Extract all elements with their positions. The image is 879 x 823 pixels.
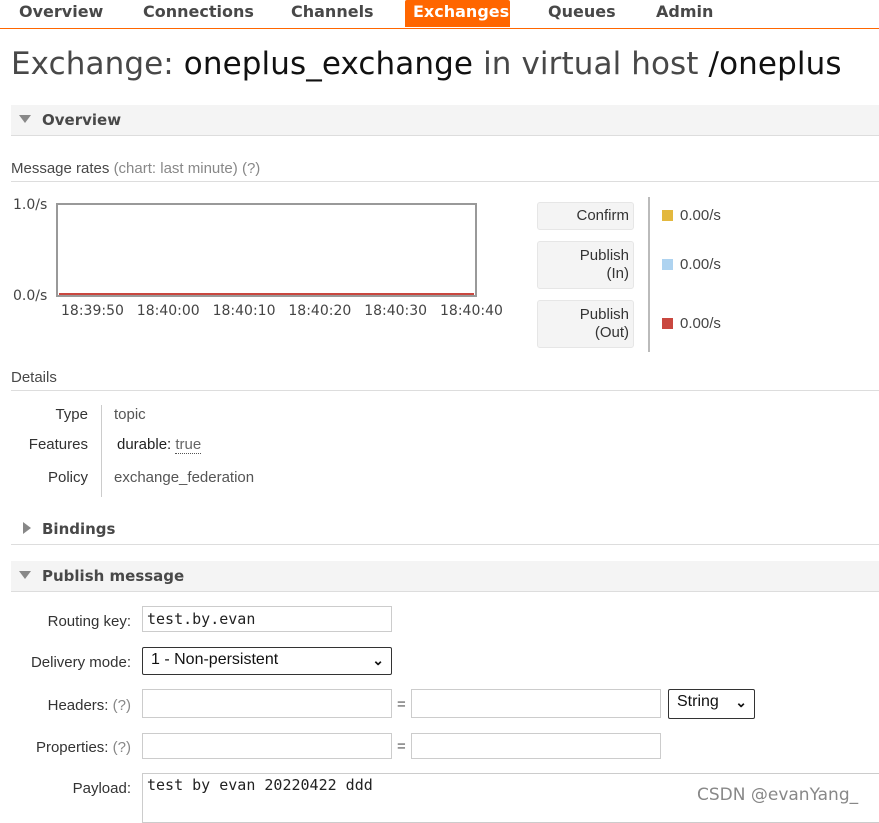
confirm-swatch <box>662 210 673 221</box>
headers-label: Headers: <box>47 697 109 714</box>
legend-confirm[interactable]: Confirm <box>537 202 634 230</box>
chart-svg: 1.0/s 0.0/s 18:39:50 18:40:00 18:40:10 18:40… <box>13 197 503 319</box>
triangle-down-icon <box>19 571 31 579</box>
details-divider <box>101 405 102 497</box>
legend-publish-in-line2: (In) <box>606 265 630 282</box>
policy-value[interactable]: exchange_federation <box>114 469 254 486</box>
title-prefix: Exchange: <box>11 46 174 82</box>
legend-publish-in-line1: Publish <box>579 247 629 264</box>
features-key: durable: <box>117 436 172 453</box>
title-middle: in virtual host <box>483 46 699 82</box>
publish-out-swatch <box>662 318 673 329</box>
y-tick-label: 1.0/s <box>13 197 47 213</box>
overview-section-label: Overview <box>42 111 122 129</box>
legend-publish-out-line2: (Out) <box>594 324 629 341</box>
properties-label-row: Properties: (?) <box>11 739 131 756</box>
details-heading-label: Details <box>11 369 57 386</box>
legend-publish-out-value-row: 0.00/s <box>662 315 721 332</box>
details-heading: Details <box>11 369 879 391</box>
page-title: Exchange: oneplus_exchange in virtual ho… <box>11 46 842 82</box>
triangle-down-icon <box>19 115 31 123</box>
payload-label: Payload: <box>72 780 131 797</box>
message-rates-help[interactable]: (?) <box>242 160 260 177</box>
legend-publish-out-line1: Publish <box>579 306 629 323</box>
publish-section-label: Publish message <box>42 567 185 585</box>
headers-help[interactable]: (?) <box>113 697 131 714</box>
watermark: CSDN @evanYang_ <box>697 785 859 805</box>
nav-channels[interactable]: Channels <box>283 0 382 27</box>
property-key-input[interactable] <box>142 733 392 759</box>
delivery-mode-value: 1 - Non-persistent <box>151 651 279 668</box>
policy-label: Policy <box>47 469 88 486</box>
headers-equals: = <box>397 696 406 713</box>
routing-key-label: Routing key: <box>47 613 131 630</box>
triangle-right-icon <box>23 522 31 534</box>
message-rates-heading: Message rates (chart: last minute) (?) <box>11 160 879 182</box>
chevron-down-icon: ⌄ <box>735 694 747 710</box>
overview-section-toggle[interactable]: Overview <box>11 105 879 136</box>
durable-value[interactable]: true <box>175 436 202 454</box>
message-rates-label: Message rates <box>11 160 110 177</box>
message-rates-chart: 1.0/s 0.0/s 18:39:50 18:40:00 18:40:10 18:40… <box>0 190 530 330</box>
nav-admin[interactable]: Admin <box>648 0 721 27</box>
x-tick-label: 18:40:40 <box>440 303 503 319</box>
chevron-down-icon: ⌄ <box>372 652 384 668</box>
nav-exchanges[interactable]: Exchanges <box>405 0 510 27</box>
type-label: Type <box>55 406 88 423</box>
publish-in-swatch <box>662 259 673 270</box>
top-nav: Overview Connections Channels Exchanges … <box>0 0 879 29</box>
header-type-value: String <box>677 693 719 710</box>
x-tick-label: 18:40:10 <box>213 303 276 319</box>
legend-publish-out[interactable]: Publish (Out) <box>537 300 634 348</box>
header-key-input[interactable] <box>142 689 392 718</box>
legend-publish-out-value: 0.00/s <box>680 315 721 332</box>
legend-confirm-value: 0.00/s <box>680 207 721 224</box>
bindings-section-toggle[interactable]: Bindings <box>11 514 879 545</box>
nav-queues[interactable]: Queues <box>540 0 624 27</box>
routing-key-input[interactable]: test.by.evan <box>142 606 392 632</box>
x-tick-label: 18:39:50 <box>61 303 124 319</box>
nav-connections[interactable]: Connections <box>135 0 262 27</box>
bindings-section-label: Bindings <box>42 520 116 538</box>
properties-label: Properties: <box>35 739 109 756</box>
legend-publish-in[interactable]: Publish (In) <box>537 241 634 289</box>
x-tick-label: 18:40:20 <box>288 303 351 319</box>
chart-frame <box>56 203 477 297</box>
features-value: durable: true <box>117 436 202 454</box>
legend-publish-in-value-row: 0.00/s <box>662 256 721 273</box>
vhost-name: /oneplus <box>708 46 842 82</box>
legend-confirm-value-row: 0.00/s <box>662 207 721 224</box>
y-tick-label: 0.0/s <box>13 288 47 304</box>
header-type-select[interactable]: String ⌄ <box>668 689 755 719</box>
exchange-name: oneplus_exchange <box>183 46 474 82</box>
property-value-input[interactable] <box>411 733 661 759</box>
legend-divider <box>648 197 650 352</box>
properties-help[interactable]: (?) <box>113 739 131 756</box>
properties-equals: = <box>397 738 406 755</box>
publish-section-toggle[interactable]: Publish message <box>11 561 879 592</box>
legend-confirm-label: Confirm <box>576 207 629 224</box>
delivery-mode-select[interactable]: 1 - Non-persistent ⌄ <box>142 647 392 675</box>
x-tick-label: 18:40:30 <box>364 303 427 319</box>
legend-publish-in-value: 0.00/s <box>680 256 721 273</box>
type-value: topic <box>114 406 146 423</box>
x-tick-label: 18:40:00 <box>137 303 200 319</box>
chart-range-link[interactable]: (chart: last minute) <box>114 160 238 177</box>
nav-overview[interactable]: Overview <box>11 0 111 27</box>
features-label: Features <box>28 436 88 453</box>
headers-label-row: Headers: (?) <box>11 697 131 714</box>
delivery-mode-label: Delivery mode: <box>30 654 131 671</box>
header-value-input[interactable] <box>411 689 661 718</box>
